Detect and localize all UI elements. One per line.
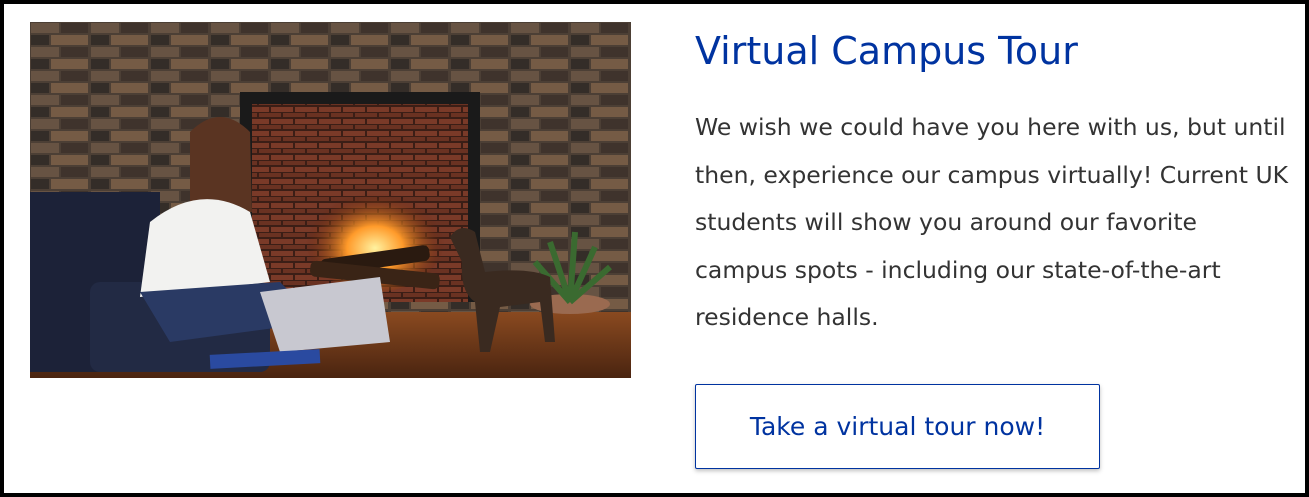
promo-card: Virtual Campus Tour We wish we could hav…: [0, 0, 1309, 497]
promo-title: Virtual Campus Tour: [695, 29, 1078, 73]
virtual-tour-button[interactable]: Take a virtual tour now!: [695, 384, 1100, 469]
student-fireplace-photo: [30, 22, 631, 378]
promo-description: We wish we could have you here with us, …: [695, 113, 1289, 331]
